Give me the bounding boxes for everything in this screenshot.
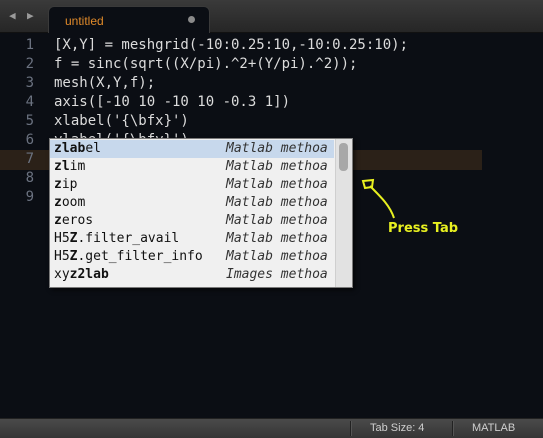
autocomplete-popup[interactable]: zlabel Matlab methoa zlim Matlab methoa zip M… — [49, 138, 353, 288]
line-number: 9 — [25, 189, 34, 205]
autocomplete-item-name: zip — [54, 177, 78, 192]
line-number: 6 — [25, 132, 34, 148]
autocomplete-item[interactable]: zip Matlab methoa — [50, 176, 334, 194]
autocomplete-item-name: zoom — [54, 195, 86, 210]
autocomplete-item-type: Matlab methoa — [226, 141, 328, 156]
autocomplete-item-type: Matlab methoa — [226, 159, 328, 174]
code-line: axis([-10 10 -10 10 -0.3 1]) — [54, 94, 291, 110]
tab-title: untitled — [65, 14, 104, 28]
autocomplete-item[interactable]: H5Z.get_filter_info Matlab methoa — [50, 248, 334, 266]
syntax-indicator[interactable]: MATLAB — [472, 422, 515, 434]
autocomplete-item-type: Matlab methoa — [226, 195, 328, 210]
autocomplete-item[interactable]: zeros Matlab methoa — [50, 212, 334, 230]
code-line: f = sinc(sqrt((X/pi).^2+(Y/pi).^2)); — [54, 56, 358, 72]
autocomplete-scrollbar[interactable] — [335, 139, 352, 287]
autocomplete-item-type: Matlab methoa — [226, 213, 328, 228]
line-number: 2 — [25, 56, 34, 72]
line-number: 5 — [25, 113, 34, 129]
curved-arrow-icon — [361, 178, 395, 219]
autocomplete-item-name: H5Z.filter_avail — [54, 231, 180, 246]
autocomplete-item-name: zlim — [54, 159, 86, 174]
autocomplete-item-type: Matlab methoa — [226, 177, 328, 192]
autocomplete-item[interactable]: zlabel Matlab methoa — [50, 140, 334, 158]
tab-bar: ◀ ▶ untitled — [0, 0, 543, 33]
press-tab-label: Press Tab — [388, 221, 459, 236]
scrollbar-thumb[interactable] — [339, 143, 348, 171]
status-bar: Tab Size: 4 MATLAB — [0, 418, 543, 438]
unsaved-dot-icon[interactable] — [188, 16, 195, 23]
status-separator — [350, 421, 352, 436]
autocomplete-item-type: Matlab methoa — [226, 231, 328, 246]
autocomplete-item-name: xyz2lab — [54, 267, 109, 282]
autocomplete-item-name: H5Z.get_filter_info — [54, 249, 203, 264]
tab-untitled[interactable]: untitled — [48, 6, 210, 33]
autocomplete-item[interactable]: zlim Matlab methoa — [50, 158, 334, 176]
autocomplete-item-name: zeros — [54, 213, 94, 228]
autocomplete-item-type: Matlab methoa — [226, 249, 328, 264]
autocomplete-item-type: Images methoa — [226, 267, 328, 282]
autocomplete-item[interactable]: zoom Matlab methoa — [50, 194, 334, 212]
code-line: mesh(X,Y,f); — [54, 75, 156, 91]
press-tab-annotation: Press Tab — [360, 178, 470, 248]
line-number: 3 — [25, 75, 34, 91]
status-separator — [452, 421, 454, 436]
line-number: 1 — [25, 37, 34, 53]
line-number: 8 — [25, 170, 34, 186]
line-number: 7 — [25, 151, 34, 167]
back-arrow-icon[interactable]: ◀ — [9, 9, 16, 22]
autocomplete-item-name: zlabel — [54, 141, 101, 156]
autocomplete-item[interactable]: xyz2lab Images methoa — [50, 266, 334, 284]
forward-arrow-icon[interactable]: ▶ — [27, 9, 34, 22]
line-number: 4 — [25, 94, 34, 110]
autocomplete-item[interactable]: H5Z.filter_avail Matlab methoa — [50, 230, 334, 248]
code-line: xlabel('{\bfx}') — [54, 113, 189, 129]
code-line: [X,Y] = meshgrid(-10:0.25:10,-10:0.25:10… — [54, 37, 409, 53]
tab-size-indicator[interactable]: Tab Size: 4 — [370, 422, 424, 434]
